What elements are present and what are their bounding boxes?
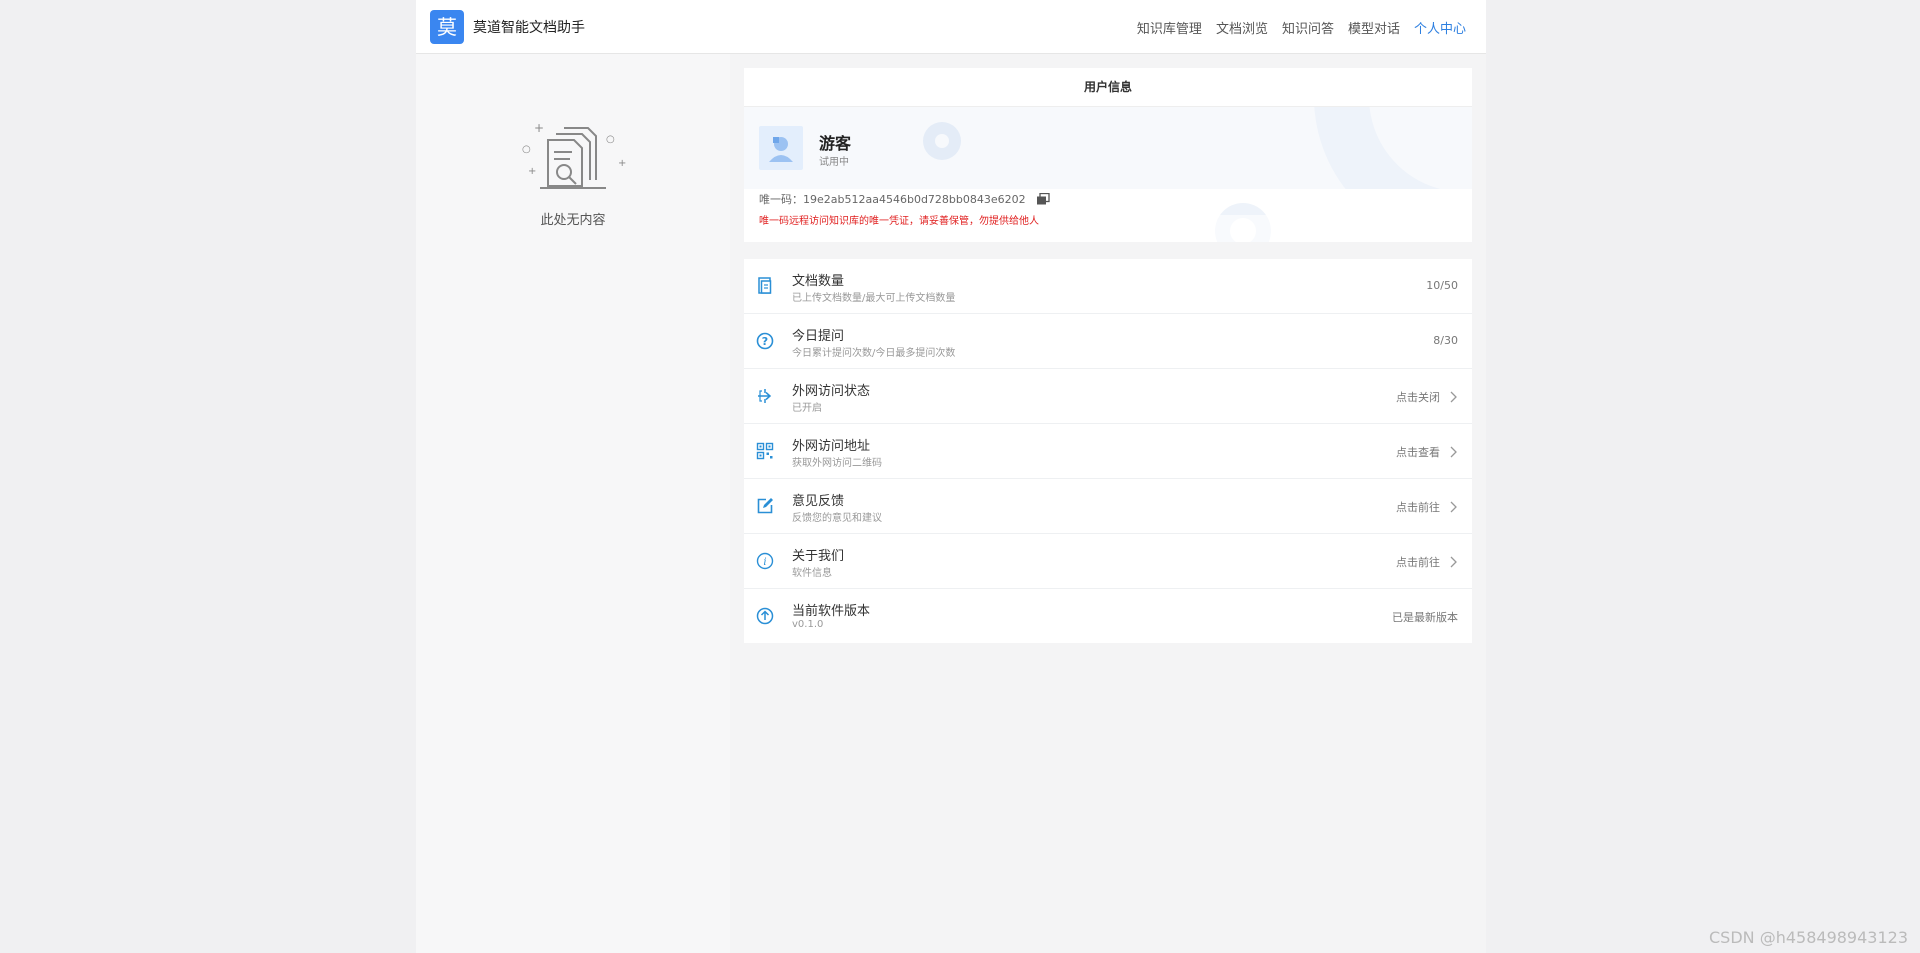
- top-nav: 知识库管理 文档浏览 知识问答 模型对话 个人中心: [1123, 18, 1466, 37]
- svg-text:i: i: [763, 557, 766, 568]
- list-item-external-access-address[interactable]: 外网访问地址 获取外网访问二维码 点击查看: [744, 424, 1472, 479]
- item-title: 外网访问状态: [792, 384, 871, 399]
- chevron-right-icon: [1450, 556, 1457, 568]
- upload-icon: [756, 607, 774, 625]
- item-title: 当前软件版本: [792, 604, 871, 619]
- top-header: 莫 莫道智能文档助手 知识库管理 文档浏览 知识问答 模型对话 个人中心: [416, 0, 1486, 54]
- list-item-today-questions[interactable]: ? 今日提问 今日累计提问次数/今日最多提问次数 8/30: [744, 314, 1472, 369]
- nav-doc-browse[interactable]: 文档浏览: [1216, 18, 1268, 37]
- question-icon: ?: [756, 332, 774, 350]
- item-subtitle: 今日累计提问次数/今日最多提问次数: [792, 348, 956, 359]
- item-value: 10/50: [1426, 279, 1458, 292]
- nav-knowledge-qa[interactable]: 知识问答: [1282, 18, 1334, 37]
- avatar: [759, 126, 803, 170]
- item-title: 今日提问: [792, 329, 845, 344]
- list-item-software-version[interactable]: 当前软件版本 v0.1.0 已是最新版本: [744, 589, 1472, 643]
- svg-text:○: ○: [606, 134, 615, 145]
- app-title: 莫道智能文档助手: [473, 20, 585, 36]
- chevron-right-icon: [1450, 446, 1457, 458]
- edit-icon: [757, 498, 773, 514]
- copy-icon[interactable]: [1036, 193, 1050, 205]
- chevron-right-icon: [1450, 391, 1457, 403]
- item-title: 意见反馈: [792, 494, 845, 509]
- user-avatar-icon: [769, 137, 793, 162]
- list-item-doc-count[interactable]: 文档数量 已上传文档数量/最大可上传文档数量 10/50: [744, 259, 1472, 314]
- csdn-watermark: CSDN @h458498943123: [1709, 928, 1908, 947]
- svg-text:+: +: [534, 122, 544, 135]
- svg-text:○: ○: [522, 144, 531, 155]
- item-title: 文档数量: [792, 274, 845, 289]
- nav-model-chat[interactable]: 模型对话: [1348, 18, 1400, 37]
- item-action[interactable]: 点击关闭: [1396, 389, 1458, 405]
- nav-knowledge-base[interactable]: 知识库管理: [1137, 18, 1202, 37]
- card-title: 用户信息: [744, 68, 1472, 107]
- item-subtitle: 反馈您的意见和建议: [792, 513, 882, 524]
- left-panel: + ○ + ○ + 此处无内容: [416, 54, 730, 953]
- app-window: 莫 莫道智能文档助手 知识库管理 文档浏览 知识问答 模型对话 个人中心 + ○…: [416, 0, 1486, 953]
- svg-text:+: +: [528, 166, 536, 177]
- item-title: 外网访问地址: [792, 439, 871, 454]
- chevron-right-icon: [1450, 501, 1457, 513]
- item-subtitle: 已上传文档数量/最大可上传文档数量: [792, 293, 956, 304]
- item-action[interactable]: 点击前往: [1396, 554, 1458, 570]
- settings-list: 文档数量 已上传文档数量/最大可上传文档数量 10/50 ? 今日提问 今日累计…: [744, 259, 1472, 643]
- svg-text:+: +: [618, 158, 626, 169]
- item-value: 已是最新版本: [1392, 611, 1458, 624]
- item-subtitle: 软件信息: [792, 568, 832, 579]
- empty-folder-icon: + ○ + ○ +: [522, 122, 626, 189]
- item-action[interactable]: 点击查看: [1396, 444, 1458, 460]
- app-logo[interactable]: 莫: [430, 10, 464, 44]
- uid-row: 唯一码： 19e2ab512aa4546b0d728bb0843e6202: [759, 191, 1050, 207]
- item-subtitle: v0.1.0: [792, 619, 824, 630]
- list-item-about-us[interactable]: i 关于我们 软件信息 点击前往: [744, 534, 1472, 589]
- main-content: 用户信息 游客 试用中 唯一码： 19e2ab512aa4546b0d728bb…: [730, 54, 1486, 953]
- item-subtitle: 已开启: [792, 403, 822, 414]
- list-item-external-access-status[interactable]: 外网访问状态 已开启 点击关闭: [744, 369, 1472, 424]
- item-subtitle: 获取外网访问二维码: [792, 458, 882, 469]
- uid-value: 19e2ab512aa4546b0d728bb0843e6202: [803, 192, 1026, 206]
- username: 游客: [819, 134, 852, 153]
- item-title: 关于我们: [792, 549, 845, 564]
- nav-personal-center[interactable]: 个人中心: [1414, 18, 1466, 37]
- uid-warning: 唯一码远程访问知识库的唯一凭证，请妥善保管，勿提供给他人: [759, 216, 1039, 227]
- item-value: 8/30: [1433, 334, 1458, 347]
- user-status: 试用中: [819, 157, 849, 168]
- info-icon: i: [756, 552, 774, 570]
- empty-state-text: 此处无内容: [540, 213, 606, 228]
- user-info-card: 用户信息 游客 试用中 唯一码： 19e2ab512aa4546b0d728bb…: [744, 68, 1472, 242]
- item-action[interactable]: 点击前往: [1396, 499, 1458, 515]
- svg-text:?: ?: [762, 335, 768, 348]
- uid-label: 唯一码：: [759, 193, 803, 206]
- qrcode-icon: [756, 442, 774, 460]
- external-access-icon: [758, 389, 772, 403]
- list-item-feedback[interactable]: 意见反馈 反馈您的意见和建议 点击前往: [744, 479, 1472, 534]
- document-icon: [758, 277, 772, 294]
